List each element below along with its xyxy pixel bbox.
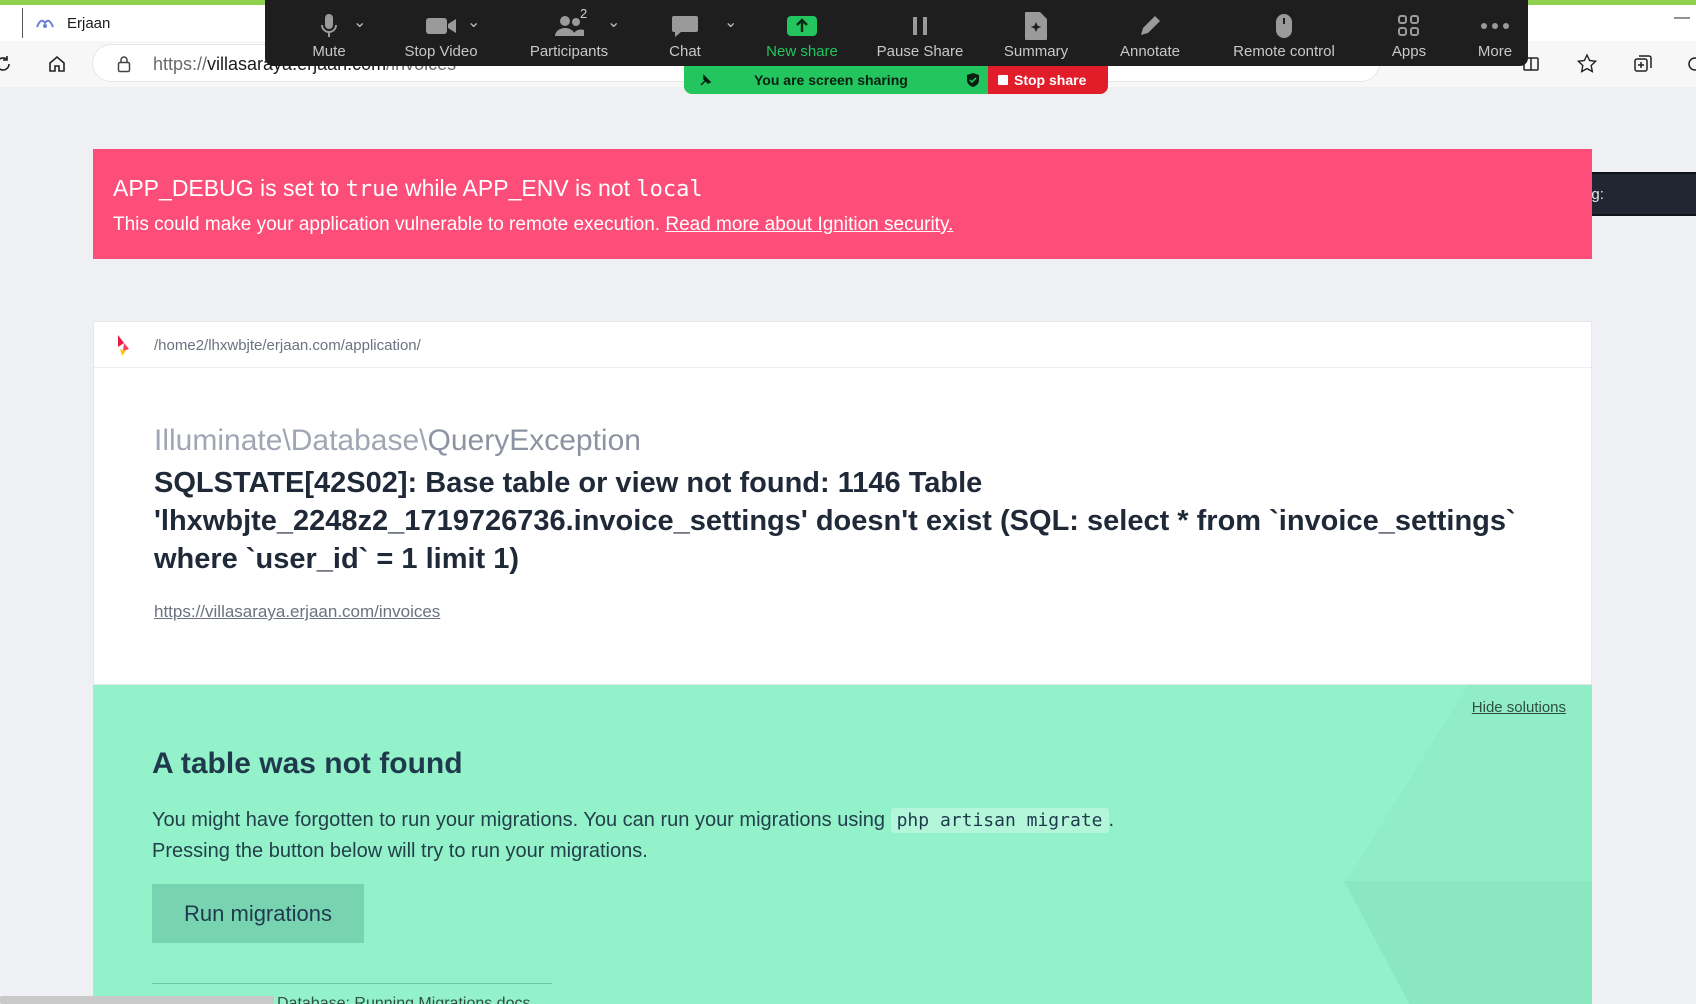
- minimize-icon[interactable]: —: [1674, 9, 1690, 27]
- tab-title: Erjaan: [67, 14, 111, 32]
- solution-description: You might have forgotten to run your mig…: [152, 808, 1115, 862]
- pin-icon[interactable]: [698, 72, 714, 88]
- request-url-link[interactable]: https://villasaraya.erjaan.com/invoices: [154, 602, 440, 622]
- debug-warning-title: APP_DEBUG is set to true while APP_ENV i…: [113, 175, 703, 202]
- screen-sharing-indicator: You are screen sharing Stop share: [684, 66, 1108, 94]
- exception-card: /home2/lhxwbjte/erjaan.com/application/ …: [93, 321, 1592, 685]
- mouse-icon: [1276, 14, 1292, 38]
- stop-square-icon: [998, 75, 1008, 85]
- chat-button[interactable]: Chat: [645, 0, 725, 66]
- erjaan-favicon-icon: [36, 19, 54, 28]
- pencil-icon: [1141, 16, 1160, 35]
- horizontal-scrollbar[interactable]: [0, 996, 274, 1004]
- shield-check-icon: [967, 73, 979, 87]
- stop-share-label: Stop share: [1014, 72, 1087, 88]
- exception-card-header: /home2/lhxwbjte/erjaan.com/application/: [94, 322, 1591, 368]
- ignition-logo-icon: [118, 335, 129, 356]
- reload-icon[interactable]: [0, 49, 18, 79]
- zoom-control-bar: Mute ⌄ Stop Video ⌄ Participants 2 ⌄ Cha…: [265, 0, 1528, 66]
- solution-title: A table was not found: [152, 747, 463, 780]
- home-icon[interactable]: [42, 49, 72, 79]
- run-migrations-button[interactable]: Run migrations: [152, 884, 364, 943]
- video-camera-icon: [426, 18, 456, 34]
- stop-share-button[interactable]: Stop share: [988, 66, 1108, 94]
- sharing-status[interactable]: You are screen sharing: [684, 66, 988, 94]
- mute-options-chevron-icon[interactable]: ⌄: [353, 12, 366, 32]
- favorites-icon[interactable]: [1572, 49, 1602, 79]
- mute-button[interactable]: Mute: [299, 0, 359, 66]
- solution-panel: Hide solutions A table was not found You…: [93, 685, 1592, 1004]
- sharing-text: You are screen sharing: [754, 72, 908, 88]
- chat-icon: [672, 16, 698, 37]
- solution-decoration-lower: [1344, 881, 1592, 1004]
- exception-message: SQLSTATE[42S02]: Base table or view not …: [154, 467, 1516, 575]
- more-dots-icon: [1481, 23, 1509, 29]
- new-share-button[interactable]: New share: [757, 0, 847, 66]
- apps-button[interactable]: Apps: [1379, 0, 1439, 66]
- migrations-docs-link[interactable]: Database: Running Migrations docs: [277, 995, 530, 1004]
- artisan-command: php artisan migrate: [890, 808, 1109, 833]
- share-up-arrow-icon: [787, 16, 817, 36]
- annotate-button[interactable]: Annotate: [1105, 0, 1195, 66]
- video-options-chevron-icon[interactable]: ⌄: [467, 12, 480, 32]
- exception-class: Illuminate\Database\QueryException: [154, 424, 641, 457]
- lock-icon[interactable]: [117, 55, 131, 73]
- participants-button[interactable]: Participants: [514, 0, 624, 66]
- remote-control-button[interactable]: Remote control: [1209, 0, 1359, 66]
- collections-icon[interactable]: [1628, 49, 1658, 79]
- participants-options-chevron-icon[interactable]: ⌄: [607, 12, 620, 32]
- pause-icon: [913, 17, 927, 35]
- application-path: /home2/lhxwbjte/erjaan.com/application/: [154, 337, 421, 354]
- chat-options-chevron-icon[interactable]: ⌄: [724, 12, 737, 32]
- summary-icon: [1025, 12, 1047, 40]
- browser-tab[interactable]: Erjaan: [22, 8, 110, 38]
- participants-count-badge: 2: [580, 6, 588, 21]
- solution-divider: [152, 983, 552, 984]
- hide-solutions-link[interactable]: Hide solutions: [1472, 699, 1566, 716]
- app-debug-warning-banner: APP_DEBUG is set to true while APP_ENV i…: [93, 149, 1592, 259]
- stop-video-button[interactable]: Stop Video: [391, 0, 491, 66]
- extensions-icon[interactable]: [1680, 49, 1696, 79]
- apps-icon: [1398, 15, 1419, 36]
- microphone-icon: [321, 14, 337, 37]
- more-button[interactable]: More: [1465, 0, 1525, 66]
- summary-button[interactable]: Summary: [991, 0, 1081, 66]
- pause-share-button[interactable]: Pause Share: [865, 0, 975, 66]
- ignition-security-link[interactable]: Read more about Ignition security.: [665, 214, 953, 235]
- debug-warning-text: This could make your application vulnera…: [113, 214, 954, 235]
